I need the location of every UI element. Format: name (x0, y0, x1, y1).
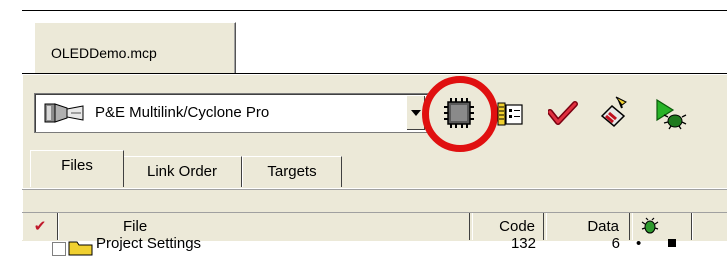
row-name: Project Settings (96, 235, 202, 252)
row-code: 132 (510, 235, 536, 252)
connector-icon (44, 103, 84, 123)
target-select-value: P&E Multilink/Cyclone Pro (95, 104, 270, 121)
tab-baseline-shadow (22, 189, 727, 190)
row-data: 6 (611, 235, 620, 252)
tab-files[interactable]: Files (30, 150, 124, 187)
files-table: ✔ File Code Data Project Settings 132 6 … (22, 212, 727, 266)
row-debug-dot: • (636, 235, 642, 252)
code-column-label: Code (499, 218, 535, 235)
tab-targets[interactable]: Targets (242, 156, 342, 187)
project-tab-label: OLEDDemo.mcp (51, 45, 157, 61)
check-column-icon: ✔ (33, 218, 47, 235)
folder-icon (68, 241, 93, 256)
check-column-header[interactable]: ✔ (22, 213, 58, 240)
make-icon[interactable] (598, 96, 630, 128)
bug-icon (641, 217, 659, 234)
table-row[interactable]: Project Settings 132 6 • (22, 235, 727, 266)
expand-toggle[interactable] (52, 242, 66, 256)
file-column-label: File (123, 218, 148, 235)
row-target-marker[interactable] (668, 239, 676, 247)
tab-files-label: Files (61, 157, 93, 174)
settings-sheet-icon[interactable] (497, 100, 525, 128)
tab-link-order-label: Link Order (146, 163, 218, 180)
target-select[interactable]: P&E Multilink/Cyclone Pro (34, 93, 428, 133)
chevron-down-icon[interactable] (406, 96, 425, 130)
scrollbar-corner (692, 213, 727, 240)
project-window: OLEDDemo.mcp P&E Multilink/Cyclone Pro F… (0, 0, 727, 266)
check-icon[interactable] (548, 100, 578, 128)
tab-link-order[interactable]: Link Order (122, 156, 242, 187)
window-frame-line (22, 10, 727, 11)
tab-targets-label: Targets (267, 163, 317, 180)
project-document-tab[interactable]: OLEDDemo.mcp (34, 22, 236, 75)
data-column-label: Data (587, 218, 619, 235)
debug-icon[interactable] (653, 98, 687, 130)
chip-icon[interactable] (443, 97, 475, 129)
